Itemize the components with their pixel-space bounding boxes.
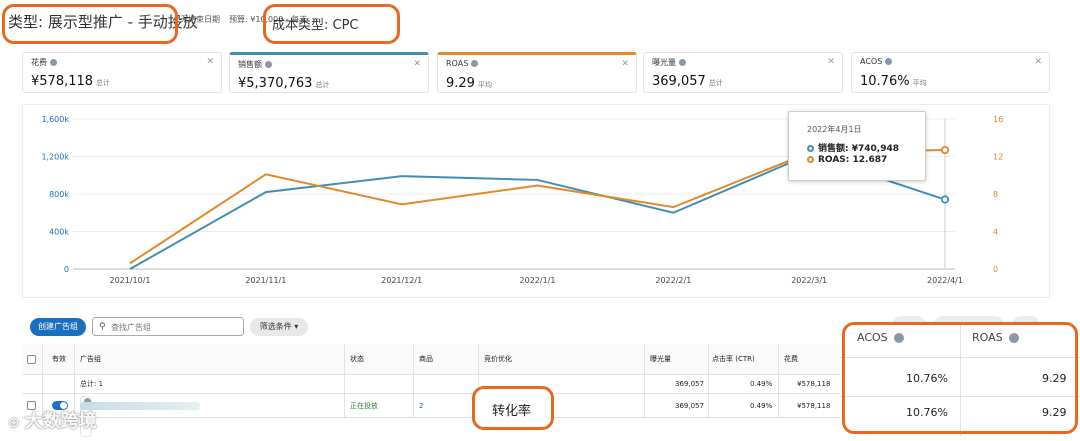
y-right-tick-label: 4 <box>993 228 998 237</box>
metric-suffix: 平均 <box>477 81 492 89</box>
metric-label: 花费 <box>31 58 47 67</box>
col-divider <box>708 344 709 418</box>
total-label: 总计: 1 <box>80 380 104 388</box>
metric-suffix: 总计 <box>315 81 330 89</box>
metric-value: 9.29 <box>446 76 475 91</box>
close-icon[interactable]: ✕ <box>827 57 835 67</box>
x-tick-label: 2022/1/1 <box>520 276 556 285</box>
row-impressions: 369,057 <box>675 401 704 410</box>
x-tick-label: 2021/12/1 <box>381 276 422 285</box>
y-right-tick-label: 16 <box>993 115 1003 124</box>
col-status[interactable]: 状态 <box>350 344 364 374</box>
y-right-tick-label: 8 <box>993 190 998 199</box>
metric-card-sales[interactable]: 销售额 ¥5,370,763 总计 ✕ <box>229 52 429 93</box>
filter-label: 筛选条件 <box>259 322 292 331</box>
y-right-tick-label: 0 <box>993 265 998 274</box>
info-icon <box>679 59 686 66</box>
y-left-tick-label: 400k <box>49 228 69 237</box>
tooltip-date: 2022年4月1日 <box>807 125 862 134</box>
annotation-box-cost <box>263 4 400 44</box>
y-left-tick-label: 1,600k <box>41 115 69 124</box>
close-icon[interactable]: ✕ <box>206 57 214 67</box>
metric-value: 369,057 <box>652 74 706 89</box>
tooltip-sales: 销售额: ¥740,948 <box>818 144 899 154</box>
annotation-box-type <box>2 4 178 44</box>
watermark-logo-icon: ⊕ <box>8 415 25 431</box>
close-icon[interactable]: ✕ <box>413 59 421 69</box>
row-spend: ¥578,118 <box>797 401 831 410</box>
y-left-tick-label: 0 <box>64 265 69 274</box>
x-tick-label: 2021/10/1 <box>109 276 150 285</box>
select-all-checkbox[interactable] <box>27 354 36 364</box>
info-icon <box>885 58 893 65</box>
watermark-text: 大数跨境 <box>24 411 97 432</box>
close-icon[interactable]: ✕ <box>621 59 629 69</box>
metric-label: 曝光量 <box>652 58 676 67</box>
y-left-tick-label: 1,200k <box>41 153 69 162</box>
x-tick-label: 2022/3/1 <box>791 276 827 285</box>
col-ctr[interactable]: 点击率 (CTR) <box>712 344 755 374</box>
search-box[interactable]: ⚲ <box>92 317 244 336</box>
filter-button[interactable]: 筛选条件 ▾ <box>250 318 308 336</box>
series-point <box>940 195 950 204</box>
metric-card-acos[interactable]: ACOS 10.76% 平均 ✕ <box>851 52 1050 93</box>
row-ctr: 0.49% <box>750 401 773 410</box>
annotation-box-acos-roas <box>842 322 1078 434</box>
y-left-tick-label: 800k <box>49 190 69 199</box>
close-icon[interactable]: ✕ <box>1034 57 1042 67</box>
col-active[interactable]: 有效 <box>52 344 66 374</box>
roas-dot-icon <box>807 156 814 163</box>
total-spend: ¥578,118 <box>797 380 831 388</box>
col-group[interactable]: 广告组 <box>80 354 101 364</box>
row-products-link[interactable]: 2 <box>419 394 423 417</box>
metric-value: ¥5,370,763 <box>238 76 313 91</box>
metric-card-spend[interactable]: 花费 ¥578,118 总计 ✕ <box>22 52 222 93</box>
metric-suffix: 总计 <box>96 79 111 87</box>
ad-group-name-blurred[interactable] <box>80 401 200 410</box>
x-tick-label: 2022/4/1 <box>927 276 963 285</box>
chart-tooltip: 2022年4月1日 销售额: ¥740,948 ROAS: 12.687 <box>788 111 926 181</box>
metric-value: ¥578,118 <box>31 74 94 89</box>
x-tick-label: 2022/2/1 <box>655 276 691 285</box>
info-icon <box>265 61 272 68</box>
metric-suffix: 平均 <box>912 79 927 87</box>
series-point <box>940 145 950 155</box>
search-input[interactable] <box>111 321 239 333</box>
metric-suffix: 总计 <box>708 79 723 87</box>
x-tick-label: 2021/11/1 <box>245 276 286 285</box>
create-ad-group-button[interactable]: 创建广告组 <box>30 318 86 336</box>
total-ctr: 0.49% <box>750 380 773 388</box>
watermark: ⊕ 大数跨境 <box>8 407 97 433</box>
info-icon <box>471 60 479 67</box>
col-bid[interactable]: 竞价优化 <box>484 344 512 374</box>
metric-value: 10.76% <box>860 74 910 89</box>
info-icon <box>50 59 57 66</box>
metric-card-impressions[interactable]: 曝光量 369,057 总计 ✕ <box>643 52 843 93</box>
col-divider <box>644 344 645 418</box>
metric-label: ROAS <box>446 59 469 68</box>
tooltip-roas: ROAS: 12.687 <box>818 155 888 165</box>
metric-label: 销售额 <box>238 60 262 69</box>
metric-card-roas[interactable]: ROAS 9.29 平均 ✕ <box>437 52 637 93</box>
y-right-tick-label: 12 <box>993 153 1003 162</box>
search-icon: ⚲ <box>99 322 106 332</box>
col-impressions[interactable]: 曝光量 <box>650 344 671 374</box>
metric-label: ACOS <box>860 57 883 66</box>
sales-dot-icon <box>807 145 814 152</box>
end-date: 无结束日期 <box>180 15 220 24</box>
col-products[interactable]: 商品 <box>419 344 433 374</box>
col-divider <box>413 344 414 418</box>
annotation-box-conversion <box>472 386 554 430</box>
total-impressions: 369,057 <box>675 380 704 388</box>
col-divider <box>778 344 779 418</box>
col-divider <box>344 344 345 418</box>
col-spend[interactable]: 花费 <box>784 344 798 374</box>
row-status: 正在投放 <box>350 401 378 410</box>
